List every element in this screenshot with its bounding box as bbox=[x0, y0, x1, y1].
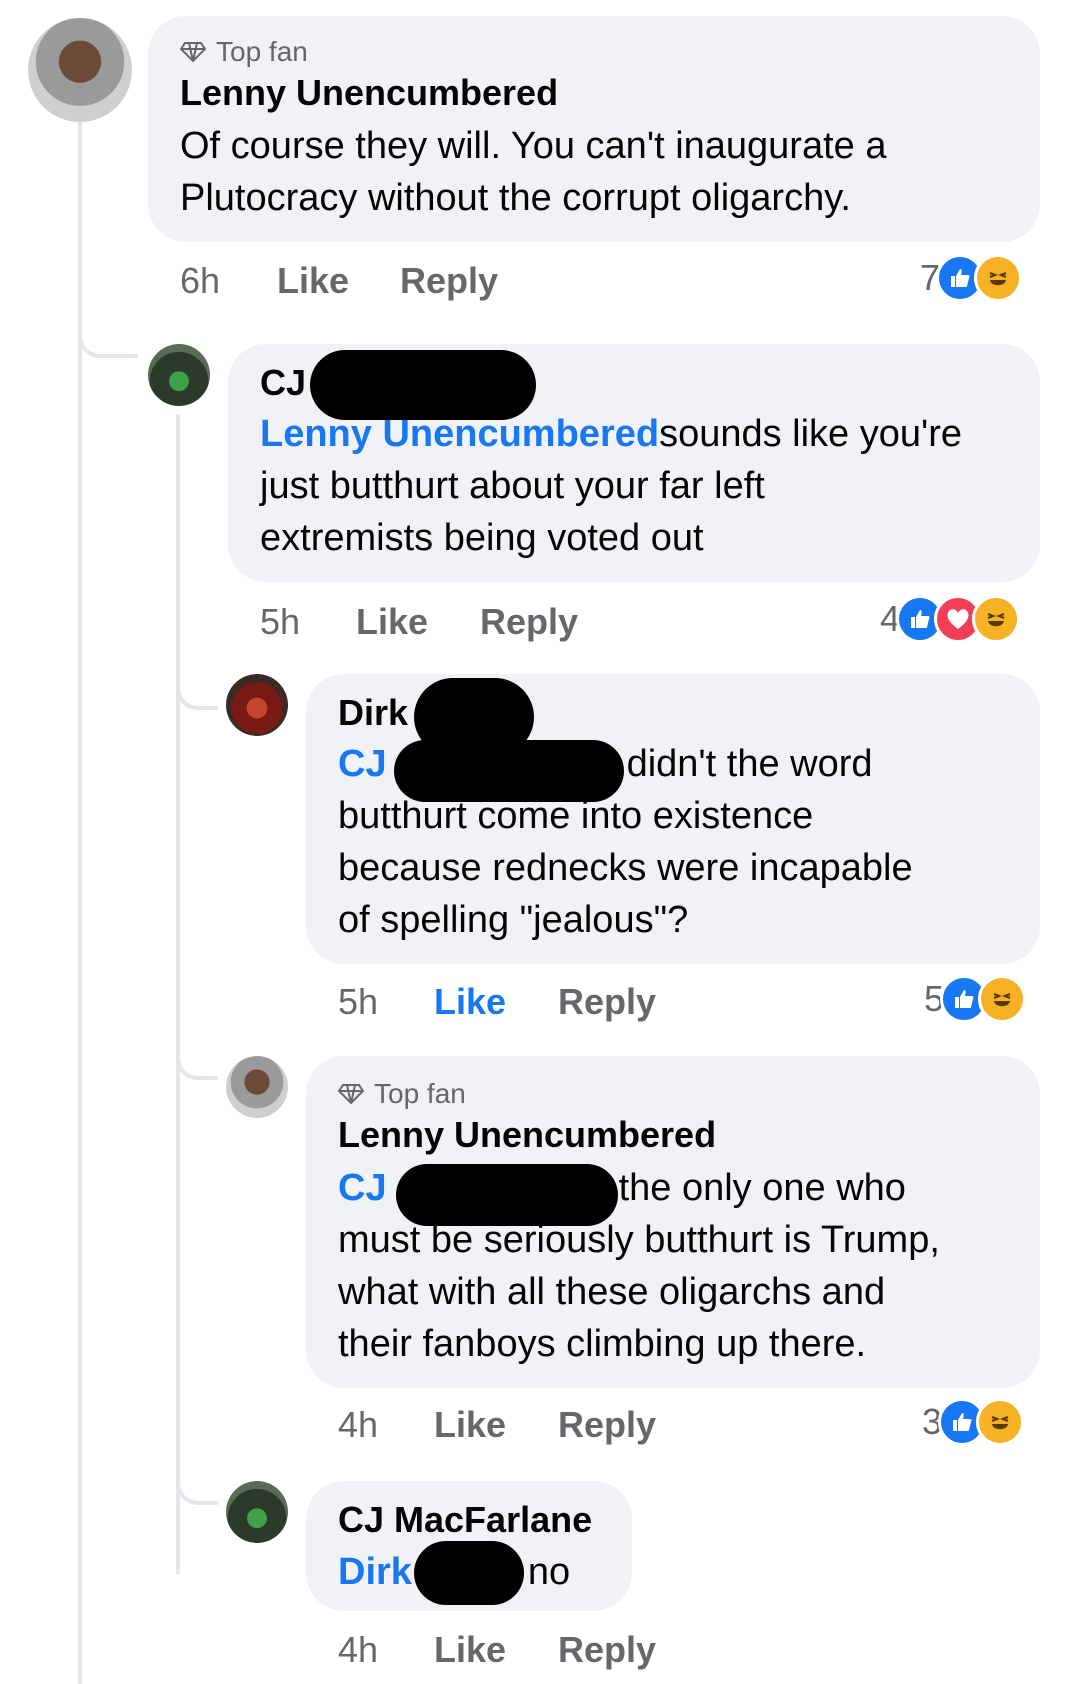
comment-text: must be seriously butthurt is Trump, bbox=[338, 1219, 940, 1261]
comment-time[interactable]: 5h bbox=[260, 601, 300, 643]
thread-line-main bbox=[78, 120, 82, 1684]
mention-link[interactable]: CJ bbox=[338, 743, 387, 785]
top-fan-label: Top fan bbox=[374, 1078, 466, 1109]
comment-text-rest: sounds like you're bbox=[659, 413, 963, 455]
top-fan-badge: Top fan bbox=[180, 36, 308, 68]
like-button[interactable]: Like bbox=[277, 260, 349, 302]
reply-button[interactable]: Reply bbox=[558, 1404, 656, 1446]
comment-author[interactable]: CJ MacFarlane bbox=[338, 1499, 592, 1541]
comment-text-rest: the only one who bbox=[618, 1167, 906, 1209]
comment-time[interactable]: 4h bbox=[338, 1404, 378, 1446]
reply-button[interactable]: Reply bbox=[558, 1629, 656, 1671]
top-fan-badge: Top fan bbox=[338, 1078, 466, 1110]
mention-link[interactable]: Dirk bbox=[338, 1551, 412, 1593]
reaction-summary[interactable]: 3 bbox=[922, 1398, 1025, 1446]
reaction-summary[interactable]: 7 bbox=[920, 254, 1023, 302]
comment-time[interactable]: 4h bbox=[338, 1629, 378, 1671]
comment-text: butthurt come into existence bbox=[338, 795, 814, 837]
haha-icon bbox=[976, 1398, 1025, 1446]
comment-text-rest: no bbox=[527, 1551, 571, 1593]
avatar[interactable] bbox=[226, 1056, 288, 1118]
comment-text: their fanboys climbing up there. bbox=[338, 1323, 867, 1365]
comment-author[interactable]: CJ bbox=[260, 362, 306, 404]
thread-connector bbox=[176, 1455, 218, 1505]
like-button[interactable]: Like bbox=[434, 981, 506, 1023]
comment-text: Of course they will. You can't inaugurat… bbox=[180, 125, 887, 167]
top-fan-label: Top fan bbox=[216, 36, 308, 67]
comment-time[interactable]: 5h bbox=[338, 981, 378, 1023]
comment-author[interactable]: Lenny Unencumbered bbox=[180, 72, 558, 114]
like-button[interactable]: Like bbox=[356, 601, 428, 643]
comment-author[interactable]: Dirk bbox=[338, 692, 408, 734]
diamond-icon bbox=[338, 1084, 364, 1105]
comment-text: Lenny Unencumberedsounds like you're bbox=[260, 410, 962, 459]
comment-text: extremists being voted out bbox=[260, 517, 704, 559]
thread-connector bbox=[176, 660, 218, 710]
comment-text: just butthurt about your far left bbox=[260, 465, 765, 507]
mention-link[interactable]: CJ bbox=[338, 1167, 387, 1209]
diamond-icon bbox=[180, 42, 206, 63]
reply-button[interactable]: Reply bbox=[558, 981, 656, 1023]
thread-connector bbox=[176, 1030, 218, 1080]
comment-text: Plutocracy without the corrupt oligarchy… bbox=[180, 177, 851, 219]
thread-line-nested bbox=[176, 414, 180, 1574]
avatar[interactable] bbox=[28, 18, 132, 122]
reply-button[interactable]: Reply bbox=[480, 601, 578, 643]
avatar[interactable] bbox=[226, 1481, 288, 1543]
like-button[interactable]: Like bbox=[434, 1629, 506, 1671]
redaction-mark bbox=[414, 1541, 524, 1605]
like-button[interactable]: Like bbox=[434, 1404, 506, 1446]
comment-text: of spelling "jealous"? bbox=[338, 899, 689, 941]
reaction-summary[interactable]: 4 bbox=[880, 595, 1021, 643]
comment-text-rest: didn't the word bbox=[626, 743, 873, 785]
reaction-summary[interactable]: 5 bbox=[924, 975, 1027, 1023]
haha-icon bbox=[974, 254, 1023, 302]
comment-text: what with all these oligarchs and bbox=[338, 1271, 886, 1313]
avatar[interactable] bbox=[148, 344, 210, 406]
comment-text: because rednecks were incapable bbox=[338, 847, 913, 889]
reply-button[interactable]: Reply bbox=[400, 260, 498, 302]
haha-icon bbox=[972, 595, 1021, 643]
mention-link[interactable]: Lenny Unencumbered bbox=[260, 413, 659, 455]
haha-icon bbox=[978, 975, 1027, 1023]
avatar[interactable] bbox=[226, 674, 288, 736]
comment-author[interactable]: Lenny Unencumbered bbox=[338, 1114, 716, 1156]
thread-connector bbox=[78, 300, 138, 358]
comment-time[interactable]: 6h bbox=[180, 260, 220, 302]
